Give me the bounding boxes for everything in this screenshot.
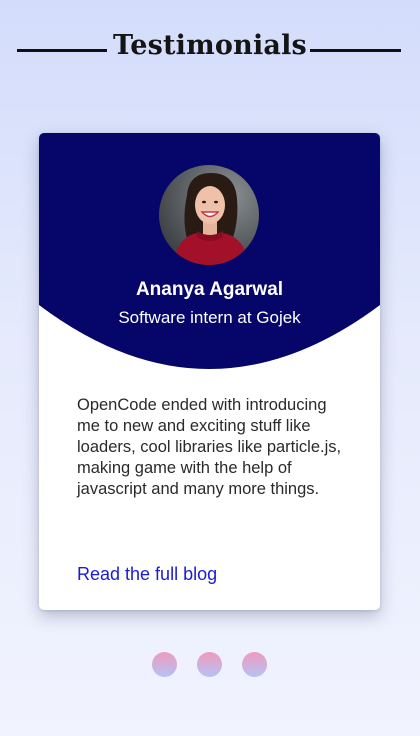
carousel-dot-3[interactable] [242, 652, 267, 677]
testimonial-quote: OpenCode ended with introducing me to ne… [77, 396, 342, 498]
testimonial-role: Software intern at Gojek [118, 308, 301, 327]
portrait-photo-icon [159, 165, 259, 265]
read-blog-link[interactable]: Read the full blog [77, 564, 217, 585]
testimonial-card: Ananya Agarwal Software intern at Gojek … [39, 133, 380, 610]
testimonial-name: Ananya Agarwal [135, 279, 284, 300]
carousel-pagination [0, 652, 420, 678]
carousel-dot-2[interactable] [197, 652, 222, 677]
section-header: Testimonials [0, 28, 420, 72]
page-title: Testimonials [113, 30, 307, 61]
avatar [159, 165, 259, 265]
carousel-dot-1[interactable] [152, 652, 177, 677]
header-divider-right [310, 49, 401, 52]
